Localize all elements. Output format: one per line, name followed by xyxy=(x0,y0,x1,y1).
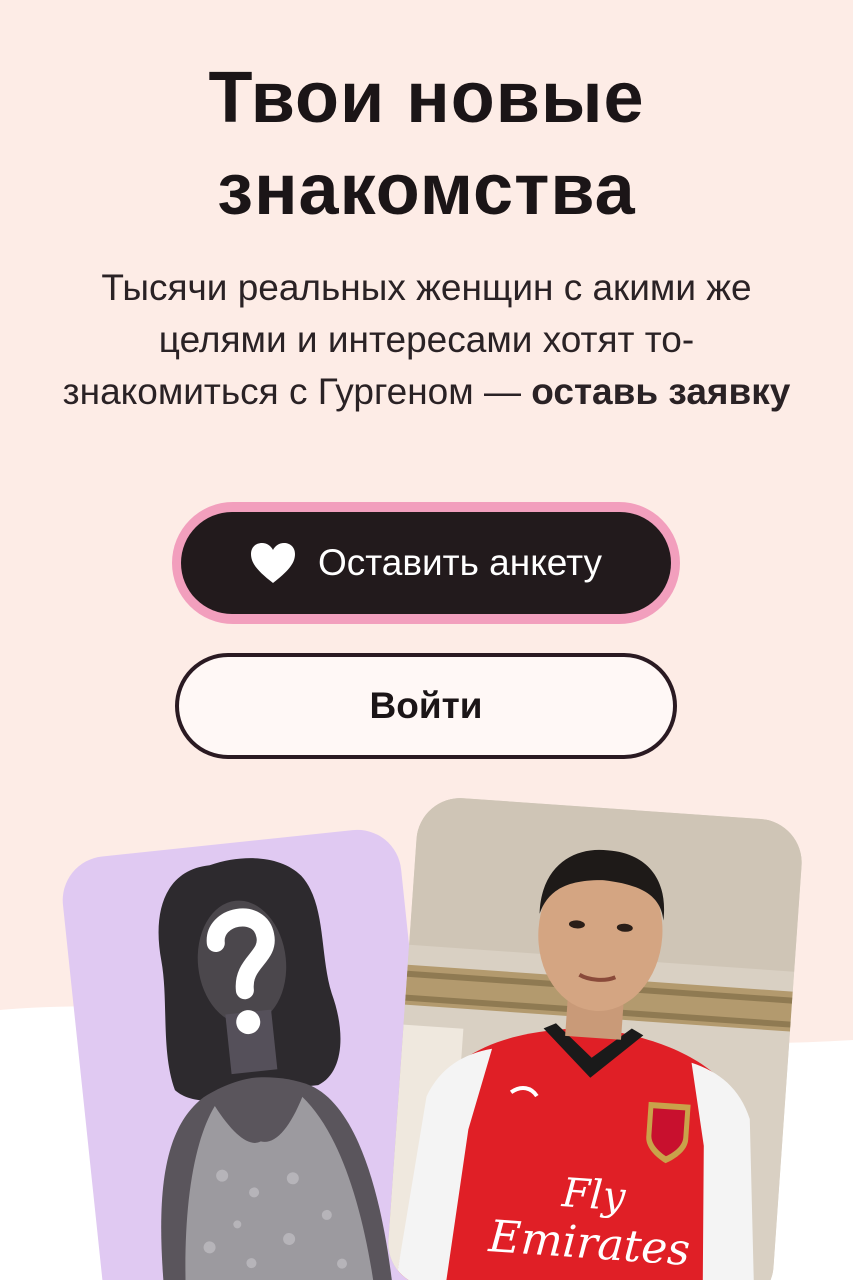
silhouette-woman-image xyxy=(158,858,394,1280)
page-subtitle: Тысячи реальных женщин с акими же целями… xyxy=(60,262,793,418)
page-title: Твои новые знакомства xyxy=(0,52,853,236)
man-photo-image: Fly Emirates xyxy=(385,795,805,1280)
title-line-2: знакомства xyxy=(217,150,636,230)
leave-profile-label: Оставить анкету xyxy=(317,542,603,583)
user-photo-card: Fly Emirates xyxy=(385,795,805,1280)
title-line-1: Твои новые xyxy=(208,58,645,138)
mystery-match-card xyxy=(58,825,446,1280)
login-button[interactable]: Войти xyxy=(175,653,677,759)
login-label: Войти xyxy=(369,685,483,726)
jersey-sponsor-line1: Fly xyxy=(560,1170,629,1220)
subtitle-bold-cta: оставь заявку xyxy=(531,371,791,412)
heart-icon xyxy=(250,543,295,583)
leave-profile-button[interactable]: Оставить анкету xyxy=(181,512,671,614)
